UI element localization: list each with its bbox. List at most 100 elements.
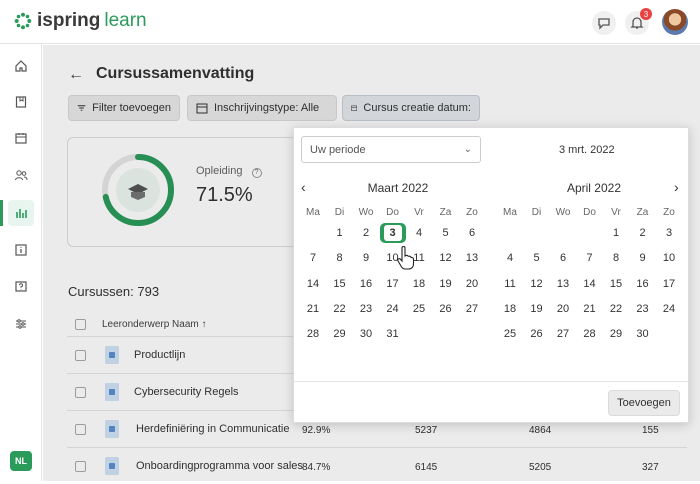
calendar-day[interactable]: 14 <box>300 274 326 294</box>
weekday-label: Do <box>583 207 596 218</box>
calendar-day[interactable]: 29 <box>603 324 629 344</box>
calendar-day[interactable]: 22 <box>603 299 629 319</box>
calendar-day[interactable]: 5 <box>524 248 550 268</box>
chevron-down-icon: ⌄ <box>463 144 472 155</box>
weekday-label: Zo <box>663 207 675 218</box>
calendar-day[interactable]: 16 <box>353 274 379 294</box>
top-bar: ispring learn 3 <box>0 0 700 44</box>
calendar-day[interactable]: 4 <box>406 223 432 243</box>
weekday-label: Zo <box>466 207 478 218</box>
weekday-label: Ma <box>306 207 320 218</box>
calendar-day[interactable]: 25 <box>406 299 432 319</box>
date-picker-popup: Uw periode ⌄ 3 mrt. 2022 ‹ › Maart 2022 … <box>293 127 689 423</box>
calendar-day[interactable]: 19 <box>433 274 459 294</box>
sidebar-item-settings[interactable] <box>8 311 34 337</box>
avatar[interactable] <box>662 9 688 35</box>
calendar-day[interactable]: 19 <box>524 299 550 319</box>
calendar-day[interactable]: 28 <box>577 324 603 344</box>
add-button[interactable]: Toevoegen <box>608 390 680 416</box>
calendar-day[interactable]: 1 <box>603 223 629 243</box>
app-logo[interactable]: ispring learn <box>14 10 147 32</box>
calendar-day[interactable]: 2 <box>353 223 379 243</box>
sidebar-item-library[interactable] <box>8 89 34 115</box>
calendar-day[interactable]: 24 <box>656 299 682 319</box>
logo-icon <box>14 12 32 30</box>
hand-cursor-icon <box>397 246 415 270</box>
calendar-day[interactable]: 24 <box>380 299 406 319</box>
weekday-label: Vr <box>611 207 621 218</box>
month-title-1: Maart 2022 <box>367 181 429 195</box>
calendar-day[interactable]: 8 <box>327 248 353 268</box>
calendar-day[interactable]: 27 <box>459 299 485 319</box>
calendar-day[interactable]: 23 <box>353 299 379 319</box>
chat-button[interactable] <box>592 11 616 35</box>
sidebar-item-help[interactable] <box>8 274 34 300</box>
calendar-day[interactable]: 27 <box>550 324 576 344</box>
calendar-day[interactable]: 2 <box>630 223 656 243</box>
chat-icon <box>598 18 610 30</box>
calendar-day[interactable]: 20 <box>459 274 485 294</box>
calendar-day[interactable]: 8 <box>603 248 629 268</box>
calendar-day[interactable]: 9 <box>630 248 656 268</box>
calendar-day[interactable]: 29 <box>327 324 353 344</box>
sidebar: NL <box>0 44 42 481</box>
sidebar-item-calendar[interactable] <box>8 125 34 151</box>
selected-date-display: 3 mrt. 2022 <box>559 144 615 156</box>
notifications-button[interactable]: 3 <box>625 8 652 35</box>
sidebar-item-reports[interactable] <box>0 200 34 226</box>
calendar-day[interactable]: 6 <box>550 248 576 268</box>
calendar-day[interactable]: 12 <box>524 274 550 294</box>
calendar-day[interactable]: 13 <box>459 248 485 268</box>
calendar-day[interactable]: 16 <box>630 274 656 294</box>
calendar-day[interactable]: 26 <box>524 324 550 344</box>
calendar-day[interactable]: 28 <box>300 324 326 344</box>
divider <box>294 381 688 382</box>
calendar-day[interactable]: 17 <box>656 274 682 294</box>
calendar-day[interactable]: 9 <box>353 248 379 268</box>
calendar-day[interactable]: 26 <box>433 299 459 319</box>
calendar-day[interactable]: 12 <box>433 248 459 268</box>
calendar-day[interactable]: 14 <box>577 274 603 294</box>
calendar-day[interactable]: 21 <box>300 299 326 319</box>
calendar-day[interactable]: 23 <box>630 299 656 319</box>
calendar-day[interactable]: 3 <box>656 223 682 243</box>
calendar-day[interactable]: 18 <box>497 299 523 319</box>
calendar-day[interactable]: 30 <box>353 324 379 344</box>
calendar-day[interactable]: 31 <box>380 324 406 344</box>
prev-month-icon[interactable]: ‹ <box>301 179 306 195</box>
chart-icon <box>16 209 27 218</box>
period-select[interactable]: Uw periode ⌄ <box>301 136 481 163</box>
info-icon <box>15 244 27 256</box>
weekday-label: Vr <box>414 207 424 218</box>
calendar-day[interactable]: 10 <box>656 248 682 268</box>
calendar-day[interactable]: 22 <box>327 299 353 319</box>
language-button[interactable]: NL <box>10 451 32 471</box>
logo-text-learn: learn <box>104 10 147 31</box>
book-icon <box>15 96 27 108</box>
calendar-day[interactable]: 15 <box>603 274 629 294</box>
calendar-day[interactable]: 5 <box>433 223 459 243</box>
calendar-day-selected[interactable]: 3 <box>379 223 406 243</box>
calendar-day[interactable]: 7 <box>300 248 326 268</box>
logo-text-ispring: ispring <box>37 10 101 31</box>
calendar-day[interactable]: 18 <box>406 274 432 294</box>
month-title-2: April 2022 <box>566 181 622 195</box>
sidebar-item-users[interactable] <box>8 162 34 188</box>
calendar-day[interactable]: 7 <box>577 248 603 268</box>
calendar-day[interactable]: 4 <box>497 248 523 268</box>
calendar-day[interactable]: 20 <box>550 299 576 319</box>
sidebar-item-info[interactable] <box>8 237 34 263</box>
help-icon <box>15 281 27 292</box>
calendar-day[interactable]: 6 <box>459 223 485 243</box>
weekday-label: Di <box>334 207 345 218</box>
calendar-day[interactable]: 21 <box>577 299 603 319</box>
calendar-day[interactable]: 11 <box>497 274 523 294</box>
weekday-label: Za <box>439 207 452 218</box>
calendar-day[interactable]: 30 <box>630 324 656 344</box>
calendar-day[interactable]: 15 <box>327 274 353 294</box>
sidebar-item-home[interactable] <box>8 53 34 79</box>
calendar-day[interactable]: 17 <box>380 274 406 294</box>
calendar-day[interactable]: 25 <box>497 324 523 344</box>
calendar-day[interactable]: 1 <box>327 223 353 243</box>
calendar-day[interactable]: 13 <box>550 274 576 294</box>
